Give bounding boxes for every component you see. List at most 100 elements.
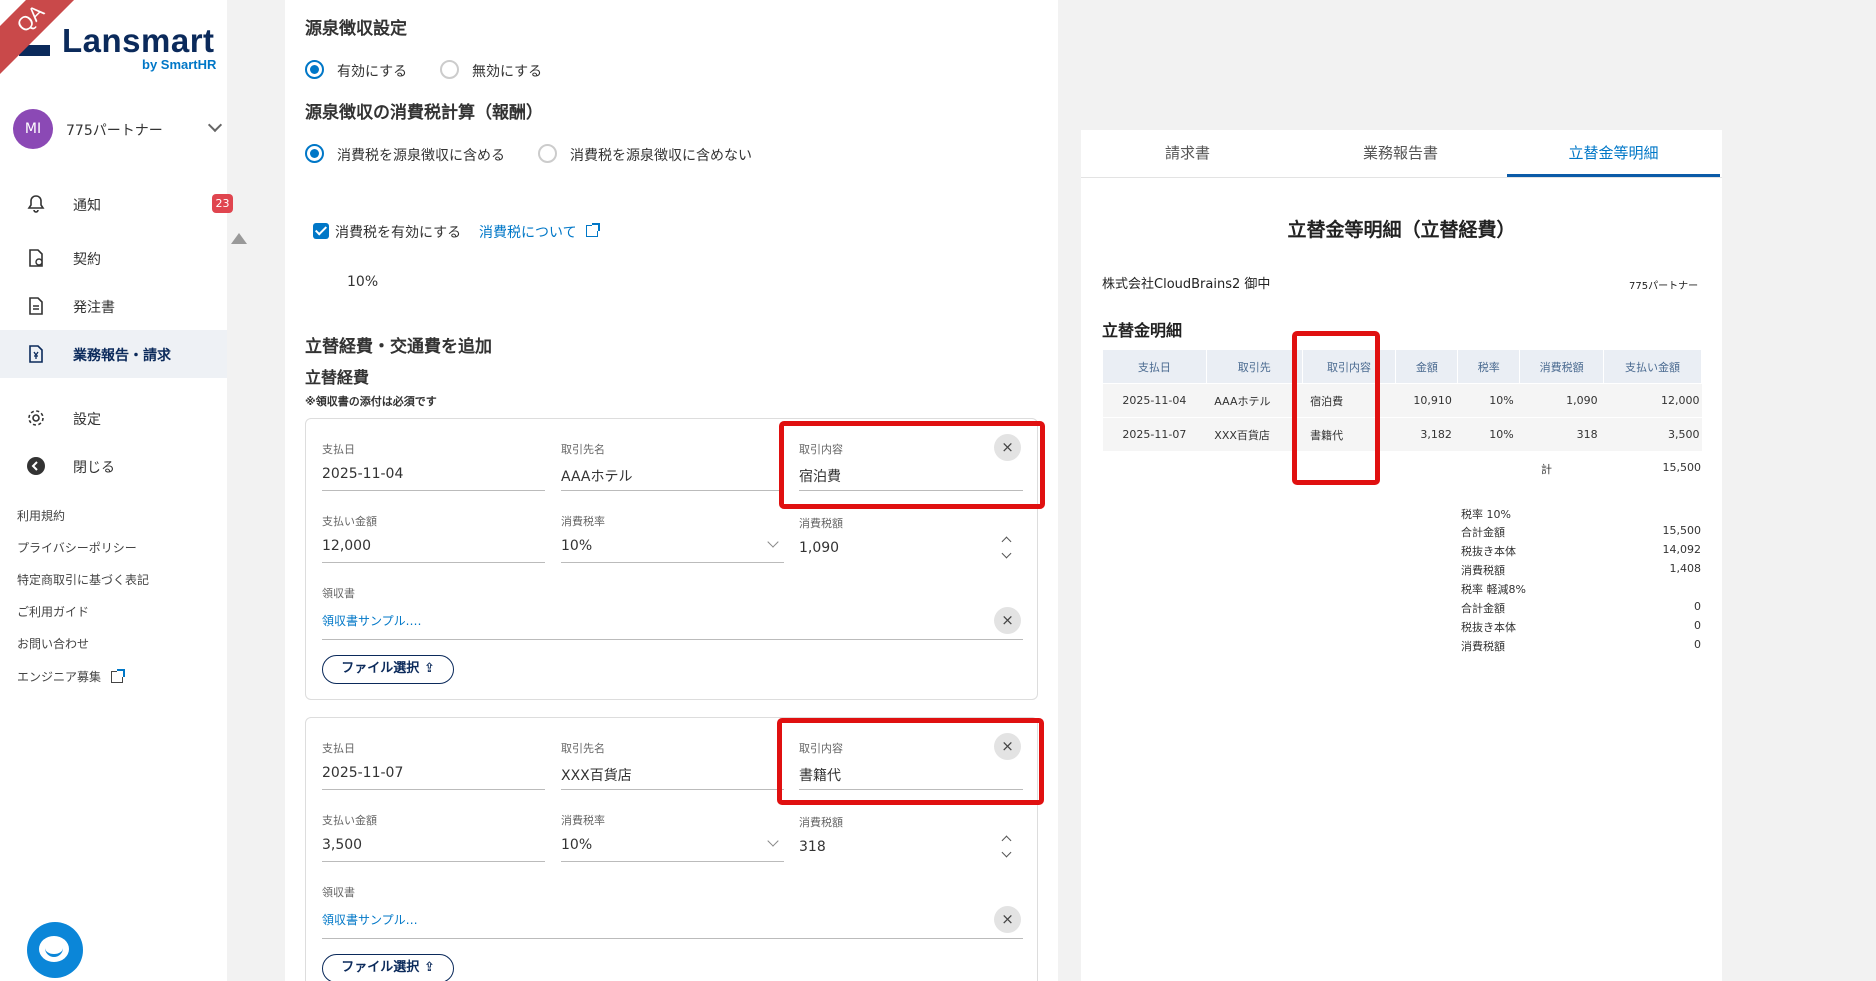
tab-divider bbox=[1081, 177, 1722, 178]
commercial-law-link[interactable]: 特定商取引に基づく表記 bbox=[17, 571, 149, 588]
guide-link[interactable]: ご利用ガイド bbox=[17, 603, 89, 620]
withholding-tax-title: 源泉徴収の消費税計算（報酬） bbox=[305, 103, 543, 123]
contact-link[interactable]: お問い合わせ bbox=[17, 635, 89, 652]
input-underline bbox=[322, 938, 1023, 939]
tax-rate-select[interactable]: 10% bbox=[561, 837, 592, 853]
withholding-enable-label: 有効にする bbox=[337, 64, 408, 80]
summary-label: 消費税額 bbox=[1461, 564, 1505, 577]
cell: 3,500 bbox=[1603, 417, 1702, 452]
summary-value: 0 bbox=[1694, 619, 1701, 632]
cell: 3,182 bbox=[1395, 417, 1458, 452]
tab-work-report[interactable]: 業務報告書 bbox=[1294, 130, 1507, 177]
sidebar-item-settings[interactable]: 設定 bbox=[0, 394, 227, 442]
table-row: 2025-11-04 AAAホテル 宿泊費 10,910 10% 1,090 1… bbox=[1102, 383, 1702, 418]
expense-table: 支払日 取引先 取引内容 金額 税率 消費税額 支払い金額 2025-11-04… bbox=[1102, 349, 1702, 452]
sidebar-item-label: 閉じる bbox=[73, 460, 115, 476]
sidebar-item-reports-billing[interactable]: 業務報告・請求 bbox=[0, 330, 227, 378]
stepper-up-icon[interactable] bbox=[1001, 536, 1012, 547]
date-label: 支払日 bbox=[322, 742, 355, 755]
tax-exclude-radio[interactable] bbox=[538, 144, 557, 163]
tax-amount-input[interactable]: 1,090 bbox=[799, 540, 839, 556]
bell-icon bbox=[27, 195, 45, 213]
summary-value: 1,408 bbox=[1669, 562, 1702, 575]
stepper-down-icon[interactable] bbox=[1001, 847, 1012, 858]
input-underline bbox=[322, 789, 545, 790]
input-underline bbox=[561, 789, 784, 790]
consumption-tax-link[interactable]: 消費税について bbox=[479, 222, 577, 242]
file-select-button[interactable]: ファイル選択 ⇪ bbox=[322, 655, 454, 684]
recipient: 株式会社CloudBrains2 御中 bbox=[1102, 277, 1271, 292]
cell: 2025-11-04 bbox=[1102, 383, 1207, 418]
preview-panel: 請求書 業務報告書 立替金等明細 立替金等明細（立替経費） 株式会社CloudB… bbox=[1081, 130, 1722, 981]
consumption-tax-checkbox[interactable] bbox=[313, 223, 329, 239]
receipt-label: 領収書 bbox=[322, 886, 355, 899]
chevron-down-icon bbox=[207, 117, 223, 133]
summary-value: 0 bbox=[1694, 600, 1701, 613]
sidebar-item-notifications[interactable]: 通知 23 bbox=[0, 180, 233, 228]
vendor-label: 取引先名 bbox=[561, 742, 605, 755]
sidebar-item-contracts[interactable]: 契約 bbox=[0, 234, 227, 282]
file-select-label: ファイル選択 bbox=[341, 661, 420, 676]
cell: 2025-11-07 bbox=[1102, 417, 1207, 452]
tax-amount-label: 消費税額 bbox=[799, 517, 843, 530]
vendor-label: 取引先名 bbox=[561, 443, 605, 456]
file-select-button[interactable]: ファイル選択 ⇪ bbox=[322, 954, 454, 981]
sidebar-item-purchase-orders[interactable]: 発注書 bbox=[0, 282, 227, 330]
cell: 10% bbox=[1457, 383, 1520, 418]
summary-label: 税率 10% bbox=[1461, 508, 1511, 521]
tab-invoice[interactable]: 請求書 bbox=[1081, 130, 1294, 177]
privacy-link[interactable]: プライバシーポリシー bbox=[17, 539, 137, 556]
table-header-row: 支払日 取引先 取引内容 金額 税率 消費税額 支払い金額 bbox=[1102, 349, 1702, 384]
chat-icon bbox=[39, 936, 69, 962]
amount-input[interactable]: 12,000 bbox=[322, 538, 371, 554]
tax-exclude-label: 消費税を源泉徴収に含めない bbox=[570, 148, 752, 164]
receipt-file-link[interactable]: 領収書サンプル.… bbox=[322, 612, 421, 629]
summary-label: 合計金額 bbox=[1461, 526, 1505, 539]
clear-receipt-button[interactable]: × bbox=[994, 607, 1021, 634]
engineer-recruit-link[interactable]: エンジニア募集 bbox=[17, 668, 101, 685]
receipt-file-link[interactable]: 領収書サンプル… bbox=[322, 911, 418, 928]
tax-rate-label: 消費税率 bbox=[561, 515, 605, 528]
date-input[interactable]: 2025-11-04 bbox=[322, 466, 403, 482]
summary-label: 税抜き本体 bbox=[1461, 545, 1516, 558]
amount-input[interactable]: 3,500 bbox=[322, 837, 362, 853]
col-header: 支払日 bbox=[1102, 349, 1207, 384]
expenses-subtitle: 立替経費 bbox=[305, 368, 370, 387]
withholding-enable-radio[interactable] bbox=[305, 60, 324, 79]
summary-label: 税率 軽減8% bbox=[1461, 583, 1526, 596]
withholding-disable-radio[interactable] bbox=[440, 60, 459, 79]
brand-name: Lansmart bbox=[62, 22, 215, 59]
date-input[interactable]: 2025-11-07 bbox=[322, 765, 403, 781]
chat-support-button[interactable] bbox=[27, 922, 83, 978]
vendor-input[interactable]: XXX百貨店 bbox=[561, 765, 632, 785]
tax-rate-label: 消費税率 bbox=[561, 814, 605, 827]
col-header: 金額 bbox=[1395, 349, 1459, 384]
summary-label: 合計金額 bbox=[1461, 602, 1505, 615]
consumption-tax-label: 消費税を有効にする bbox=[335, 225, 462, 241]
tax-rate-select[interactable]: 10% bbox=[561, 538, 592, 554]
arrow-left-circle-icon bbox=[27, 457, 45, 475]
tax-amount-input[interactable]: 318 bbox=[799, 839, 826, 855]
date-label: 支払日 bbox=[322, 443, 355, 456]
file-select-label: ファイル選択 bbox=[341, 960, 420, 975]
tab-expense-detail[interactable]: 立替金等明細 bbox=[1507, 130, 1720, 177]
document-title: 立替金等明細（立替経費） bbox=[1287, 219, 1516, 241]
sidebar-item-label: 業務報告・請求 bbox=[73, 348, 171, 364]
chevron-down-icon bbox=[767, 536, 779, 548]
amount-label: 支払い金額 bbox=[322, 515, 377, 528]
vendor-input[interactable]: AAAホテル bbox=[561, 466, 633, 486]
tax-include-label: 消費税を源泉徴収に含める bbox=[337, 148, 505, 164]
document-icon bbox=[29, 297, 43, 315]
scroll-up-icon[interactable] bbox=[231, 233, 247, 244]
terms-link[interactable]: 利用規約 bbox=[17, 507, 65, 524]
stepper-down-icon[interactable] bbox=[1001, 548, 1012, 559]
stepper-up-icon[interactable] bbox=[1001, 835, 1012, 846]
col-header: 消費税額 bbox=[1519, 349, 1605, 384]
clear-receipt-button[interactable]: × bbox=[994, 906, 1021, 933]
highlight-box bbox=[779, 421, 1045, 509]
tax-include-radio[interactable] bbox=[305, 144, 324, 163]
summary-value: 0 bbox=[1694, 638, 1701, 651]
summary-label: 税抜き本体 bbox=[1461, 621, 1516, 634]
sidebar-item-label: 通知 bbox=[73, 198, 101, 214]
sidebar-item-close[interactable]: 閉じる bbox=[0, 442, 227, 490]
